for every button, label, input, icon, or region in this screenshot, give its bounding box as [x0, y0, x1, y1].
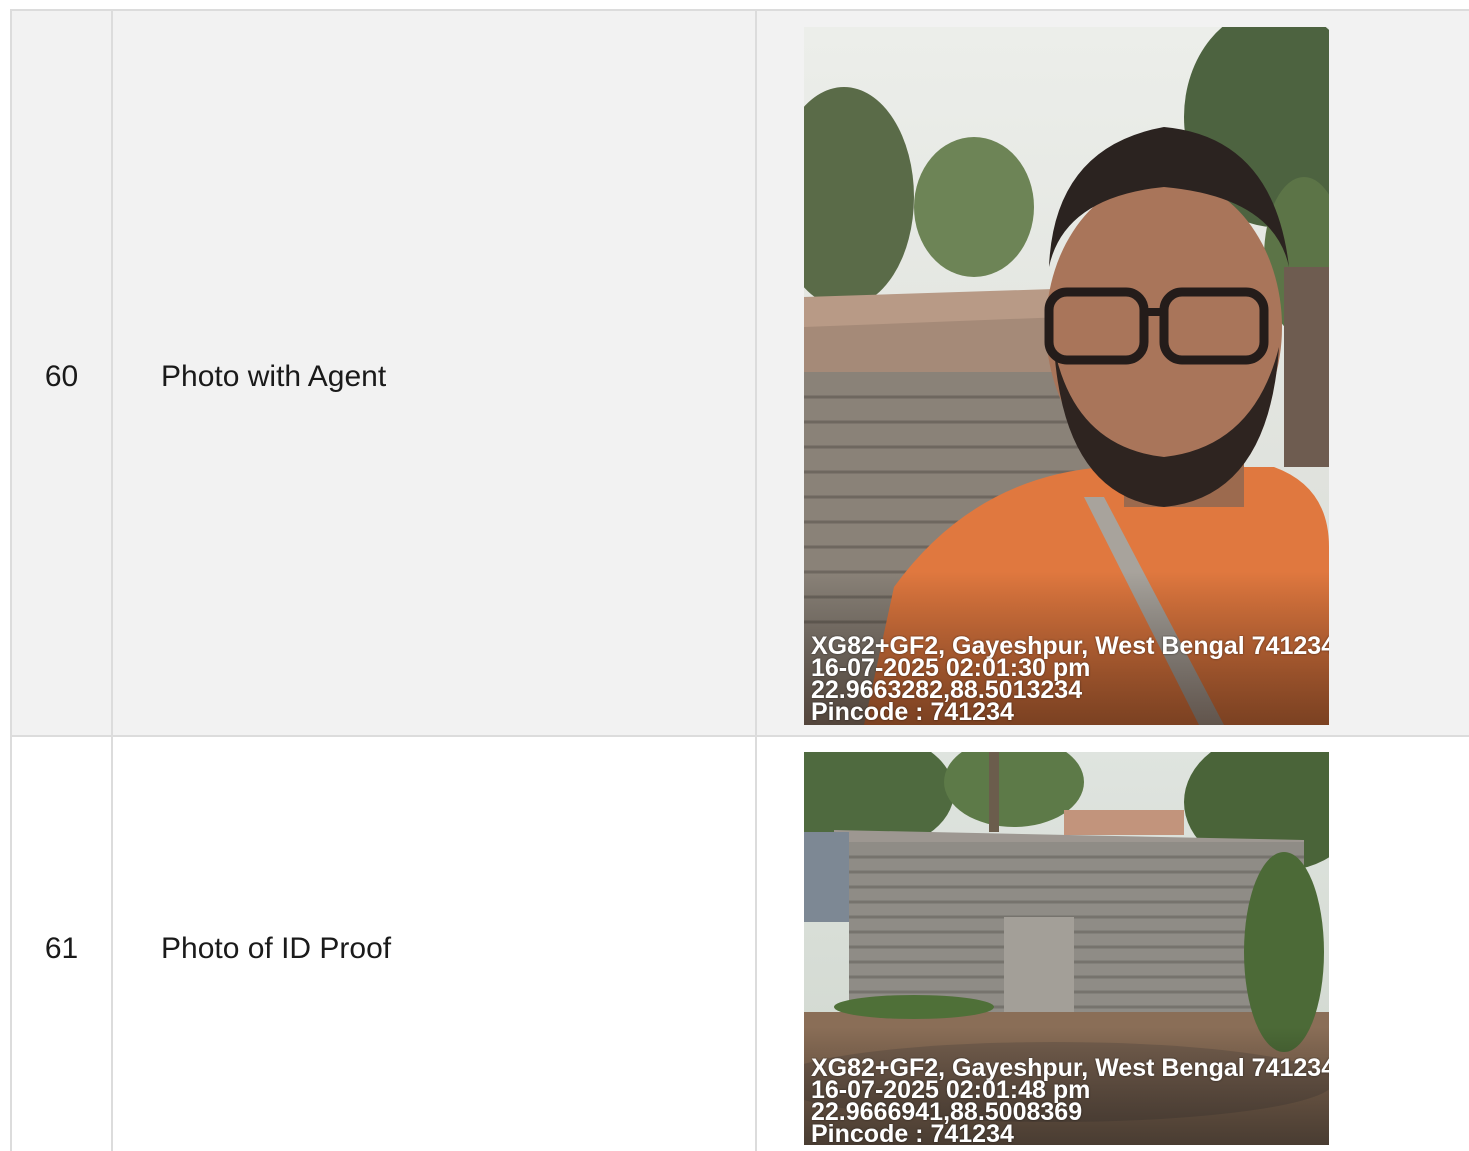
column-divider [755, 9, 757, 1151]
row-number: 60 [44, 360, 79, 393]
id-proof-photo: XG82+GF2, Gayeshpur, West Bengal 741234 … [804, 752, 1329, 1145]
table-row: 60 Photo with Agent XG82+GF2, Gayeshpur,… [12, 11, 1469, 735]
row-number: 61 [44, 932, 79, 965]
agent-photo: XG82+GF2, Gayeshpur, West Bengal 741234,… [804, 27, 1329, 725]
photo-geo-stamp: XG82+GF2, Gayeshpur, West Bengal 741234 … [811, 1057, 1329, 1145]
photo-geo-stamp: XG82+GF2, Gayeshpur, West Bengal 741234,… [811, 635, 1329, 723]
agent-photo-image [804, 27, 1329, 725]
stamp-pincode: Pincode : 741234 [811, 698, 1014, 724]
row-label: Photo with Agent [161, 360, 387, 393]
row-label: Photo of ID Proof [161, 932, 392, 965]
column-divider [111, 9, 113, 1151]
stamp-pincode: Pincode : 741234 [811, 1120, 1014, 1146]
table-row: 61 Photo of ID Proof XG82+GF2, Gayeshpur… [12, 737, 1469, 1151]
document-page: 60 Photo with Agent XG82+GF2, Gayeshpur,… [0, 0, 1469, 1151]
